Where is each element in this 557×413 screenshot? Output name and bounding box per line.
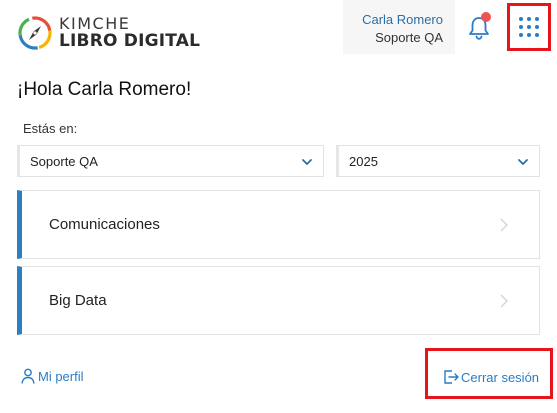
profile-link-label: Mi perfil xyxy=(38,368,84,384)
organization-select[interactable]: Soporte QA xyxy=(17,145,324,177)
logout-icon xyxy=(444,370,459,384)
header: KIMCHE LIBRO DIGITAL Carla Romero Soport… xyxy=(0,0,557,70)
logout-button-label: Cerrar sesión xyxy=(461,369,540,385)
module-card-label: Big Data xyxy=(49,292,107,309)
chevron-down-icon xyxy=(518,159,528,165)
module-card-comunicaciones[interactable]: Comunicaciones xyxy=(17,190,540,259)
user-organization: Soporte QA xyxy=(375,30,443,45)
compass-icon xyxy=(18,16,52,50)
greeting-heading: ¡Hola Carla Romero! xyxy=(17,79,192,100)
logout-button[interactable]: Cerrar sesión xyxy=(443,369,539,385)
user-info[interactable]: Carla Romero Soporte QA xyxy=(343,0,455,54)
chevron-right-icon xyxy=(500,218,508,232)
module-card-label: Comunicaciones xyxy=(49,216,160,233)
location-label: Estás en: xyxy=(23,121,78,136)
grid-icon xyxy=(519,17,539,37)
apps-menu-button[interactable] xyxy=(507,3,551,51)
user-name[interactable]: Carla Romero xyxy=(362,12,443,27)
year-select-value: 2025 xyxy=(349,153,378,169)
user-icon xyxy=(21,368,35,384)
profile-link[interactable]: Mi perfil xyxy=(21,368,84,384)
year-select[interactable]: 2025 xyxy=(336,145,540,177)
kimche-logo[interactable]: KIMCHE LIBRO DIGITAL xyxy=(17,15,200,51)
chevron-right-icon xyxy=(500,294,508,308)
organization-select-value: Soporte QA xyxy=(30,153,98,169)
module-card-big-data[interactable]: Big Data xyxy=(17,266,540,335)
logo-text: KIMCHE LIBRO DIGITAL xyxy=(59,16,200,50)
logo-title-top: KIMCHE xyxy=(59,14,131,33)
chevron-down-icon xyxy=(302,159,312,165)
logo-title-bottom: LIBRO DIGITAL xyxy=(59,31,201,51)
notification-badge xyxy=(481,12,491,22)
